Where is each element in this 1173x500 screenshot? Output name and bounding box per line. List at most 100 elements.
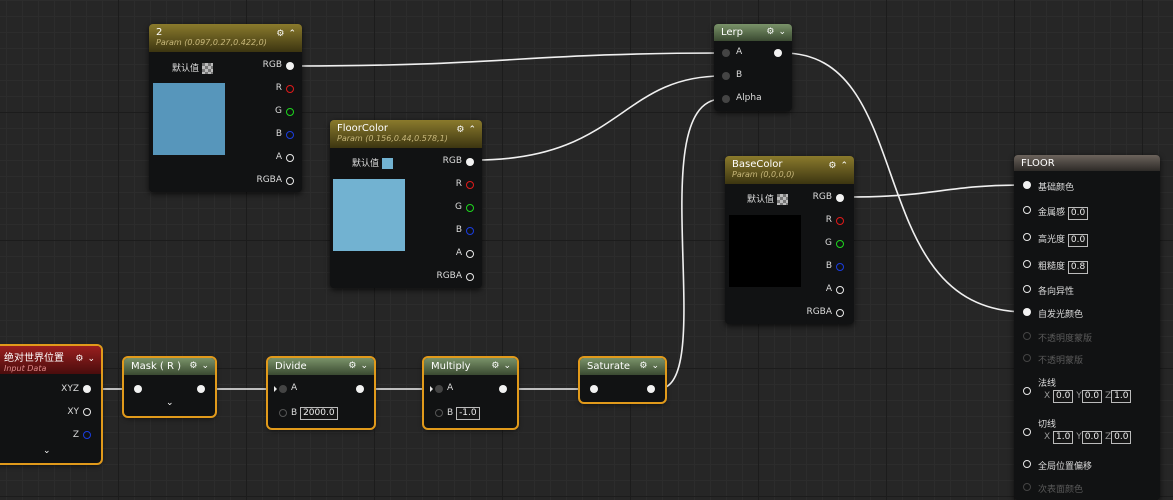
pin-alpha-input[interactable] bbox=[722, 95, 730, 103]
settings-icon[interactable]: ⚙ bbox=[189, 361, 197, 371]
mask-node-header[interactable]: Mask ( R ) ⚙ ⌄ bbox=[124, 358, 215, 375]
pin-output[interactable] bbox=[499, 385, 507, 393]
pin-specular[interactable] bbox=[1023, 233, 1031, 241]
normal-z-field[interactable]: 1.0 bbox=[1111, 390, 1132, 403]
tangent-x-field[interactable]: 1.0 bbox=[1053, 431, 1074, 444]
tangent-z-field[interactable]: 0.0 bbox=[1111, 431, 1132, 444]
pin-b-input[interactable] bbox=[435, 409, 443, 417]
metallic-value-field[interactable]: 0.0 bbox=[1067, 207, 1089, 220]
pin-g[interactable] bbox=[286, 108, 294, 116]
chevron-down-icon[interactable]: ⌄ bbox=[503, 361, 511, 371]
tangent-y-field[interactable]: 0.0 bbox=[1081, 431, 1103, 444]
pin-rgb[interactable] bbox=[286, 62, 294, 70]
lerp-node[interactable]: Lerp ⚙ ⌄ A B Alpha bbox=[714, 24, 792, 111]
chevron-down-icon[interactable]: ⌄ bbox=[778, 27, 786, 37]
pin-a-input[interactable] bbox=[435, 385, 443, 393]
pin-g[interactable] bbox=[836, 240, 844, 248]
expand-chevron-icon[interactable]: ⌄ bbox=[43, 446, 51, 456]
pin-base-color[interactable] bbox=[1023, 181, 1031, 189]
pin-r[interactable] bbox=[466, 181, 474, 189]
floor-material-node[interactable]: FLOOR 基础颜色 金属感 0.0 高光度 0.0 粗糙度 0.8 各向异性 … bbox=[1014, 155, 1160, 500]
pin-r[interactable] bbox=[286, 85, 294, 93]
pin-z[interactable] bbox=[83, 431, 91, 439]
param-node-2-header[interactable]: 2 Param (0.097,0.27,0.422,0) ⚙ ⌃ bbox=[149, 24, 302, 52]
saturate-node[interactable]: Saturate ⚙ ⌄ bbox=[578, 356, 667, 404]
normal-x-field[interactable]: 0.0 bbox=[1053, 390, 1074, 403]
color-swatch[interactable] bbox=[153, 83, 225, 155]
settings-icon[interactable]: ⚙ bbox=[276, 29, 284, 39]
pin-b[interactable] bbox=[836, 263, 844, 271]
roughness-value-field[interactable]: 0.8 bbox=[1067, 261, 1089, 274]
settings-icon[interactable]: ⚙ bbox=[766, 27, 774, 37]
pin-output[interactable] bbox=[197, 385, 205, 393]
pin-output[interactable] bbox=[774, 49, 782, 57]
multiply-node[interactable]: Multiply ⚙ ⌄ A B -1.0 bbox=[422, 356, 519, 430]
lerp-node-header[interactable]: Lerp ⚙ ⌄ bbox=[714, 24, 792, 41]
multiply-node-header[interactable]: Multiply ⚙ ⌄ bbox=[424, 358, 517, 375]
pin-output[interactable] bbox=[356, 385, 364, 393]
pin-opacity-mask[interactable] bbox=[1023, 354, 1031, 362]
color-swatch[interactable] bbox=[333, 179, 405, 251]
collapse-icon[interactable]: ⌃ bbox=[468, 125, 476, 135]
mask-node[interactable]: Mask ( R ) ⚙ ⌄ ⌄ bbox=[122, 356, 217, 418]
pin-subsurface[interactable] bbox=[1023, 483, 1031, 491]
specular-value-field[interactable]: 0.0 bbox=[1067, 234, 1089, 247]
color-swatch[interactable] bbox=[729, 215, 801, 287]
expand-chevron-icon[interactable]: ⌄ bbox=[166, 398, 174, 408]
pin-b-input[interactable] bbox=[722, 72, 730, 80]
divide-node[interactable]: Divide ⚙ ⌄ A B 2000.0 bbox=[266, 356, 376, 430]
pin-rgba[interactable] bbox=[836, 309, 844, 317]
pin-roughness[interactable] bbox=[1023, 260, 1031, 268]
pin-rgba[interactable] bbox=[466, 273, 474, 281]
pin-input[interactable] bbox=[134, 385, 142, 393]
param-node-basecolor-header[interactable]: BaseColor Param (0,0,0,0) ⚙ ⌃ bbox=[725, 156, 854, 184]
settings-icon[interactable]: ⚙ bbox=[491, 361, 499, 371]
settings-icon[interactable]: ⚙ bbox=[456, 125, 464, 135]
chevron-down-icon[interactable]: ⌄ bbox=[87, 354, 95, 364]
world-position-node-header[interactable]: 绝对世界位置 Input Data ⚙ ⌄ bbox=[0, 346, 101, 374]
pin-a[interactable] bbox=[836, 286, 844, 294]
settings-icon[interactable]: ⚙ bbox=[828, 161, 836, 171]
pin-r[interactable] bbox=[836, 217, 844, 225]
param-node-floorcolor[interactable]: FloorColor Param (0.156,0.44,0.578,1) ⚙ ⌃… bbox=[330, 120, 482, 288]
settings-icon[interactable]: ⚙ bbox=[348, 361, 356, 371]
chevron-down-icon[interactable]: ⌄ bbox=[651, 361, 659, 371]
pin-emissive[interactable] bbox=[1023, 308, 1031, 316]
b-value-field[interactable]: -1.0 bbox=[456, 407, 480, 420]
pin-a-input[interactable] bbox=[722, 49, 730, 57]
divide-node-header[interactable]: Divide ⚙ ⌄ bbox=[268, 358, 374, 375]
chevron-down-icon[interactable]: ⌄ bbox=[201, 361, 209, 371]
pin-xy[interactable] bbox=[83, 408, 91, 416]
param-node-floorcolor-header[interactable]: FloorColor Param (0.156,0.44,0.578,1) ⚙ ⌃ bbox=[330, 120, 482, 148]
pin-b[interactable] bbox=[466, 227, 474, 235]
param-node-basecolor[interactable]: BaseColor Param (0,0,0,0) ⚙ ⌃ 默认值 RGB R G… bbox=[725, 156, 854, 324]
floor-material-node-header[interactable]: FLOOR bbox=[1014, 155, 1160, 171]
chevron-down-icon[interactable]: ⌄ bbox=[360, 361, 368, 371]
pin-normal[interactable] bbox=[1023, 387, 1031, 395]
param-node-2[interactable]: 2 Param (0.097,0.27,0.422,0) ⚙ ⌃ 默认值 RGB … bbox=[149, 24, 302, 192]
pin-tangent[interactable] bbox=[1023, 428, 1031, 436]
pin-a-input[interactable] bbox=[279, 385, 287, 393]
pin-rgb[interactable] bbox=[466, 158, 474, 166]
pin-b[interactable] bbox=[286, 131, 294, 139]
pin-xyz[interactable] bbox=[83, 385, 91, 393]
pin-rgb[interactable] bbox=[836, 194, 844, 202]
pin-a[interactable] bbox=[466, 250, 474, 258]
collapse-icon[interactable]: ⌃ bbox=[288, 29, 296, 39]
pin-a[interactable] bbox=[286, 154, 294, 162]
settings-icon[interactable]: ⚙ bbox=[75, 354, 83, 364]
pin-world-offset[interactable] bbox=[1023, 460, 1031, 468]
collapse-icon[interactable]: ⌃ bbox=[840, 161, 848, 171]
world-position-node[interactable]: 绝对世界位置 Input Data ⚙ ⌄ XYZ XY Z ⌄ bbox=[0, 344, 103, 465]
saturate-node-header[interactable]: Saturate ⚙ ⌄ bbox=[580, 358, 665, 375]
pin-g[interactable] bbox=[466, 204, 474, 212]
pin-metallic[interactable] bbox=[1023, 206, 1031, 214]
pin-b-input[interactable] bbox=[279, 409, 287, 417]
pin-output[interactable] bbox=[647, 385, 655, 393]
pin-input[interactable] bbox=[590, 385, 598, 393]
pin-anisotropy[interactable] bbox=[1023, 285, 1031, 293]
normal-y-field[interactable]: 0.0 bbox=[1081, 390, 1103, 403]
b-value-field[interactable]: 2000.0 bbox=[300, 407, 338, 420]
pin-opacity[interactable] bbox=[1023, 332, 1031, 340]
pin-rgba[interactable] bbox=[286, 177, 294, 185]
